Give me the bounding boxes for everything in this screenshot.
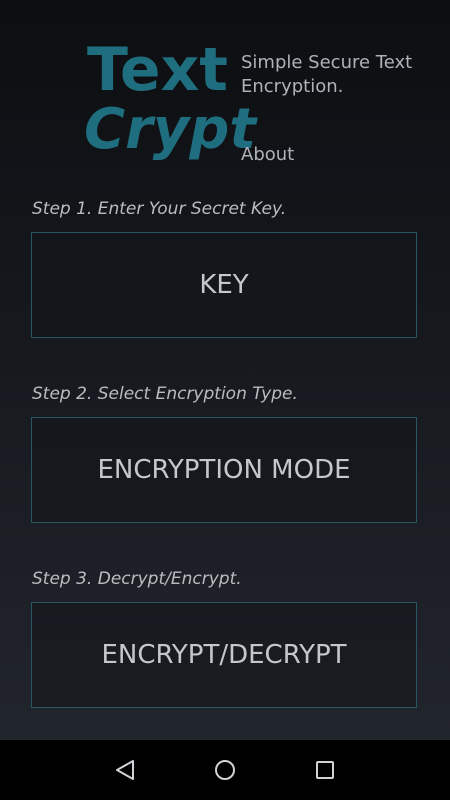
step-1-label: Step 1. Enter Your Secret Key. [32, 199, 287, 219]
key-button[interactable]: KEY [31, 232, 417, 338]
encryption-mode-button[interactable]: ENCRYPTION MODE [31, 417, 417, 523]
home-icon[interactable] [212, 757, 238, 783]
about-link[interactable]: About [241, 144, 294, 165]
back-icon[interactable] [112, 757, 138, 783]
step-3-label: Step 3. Decrypt/Encrypt. [32, 569, 242, 589]
app-tagline: Simple Secure Text Encryption. [241, 52, 413, 97]
encrypt-decrypt-button[interactable]: ENCRYPT/DECRYPT [31, 602, 417, 708]
recents-icon[interactable] [312, 757, 338, 783]
app-logo: Text Crypt [80, 35, 256, 170]
logo-text-line: Text [86, 35, 228, 105]
system-navigation-bar [0, 740, 450, 800]
step-2-label: Step 2. Select Encryption Type. [32, 384, 298, 404]
logo-crypt-line: Crypt [84, 97, 257, 162]
